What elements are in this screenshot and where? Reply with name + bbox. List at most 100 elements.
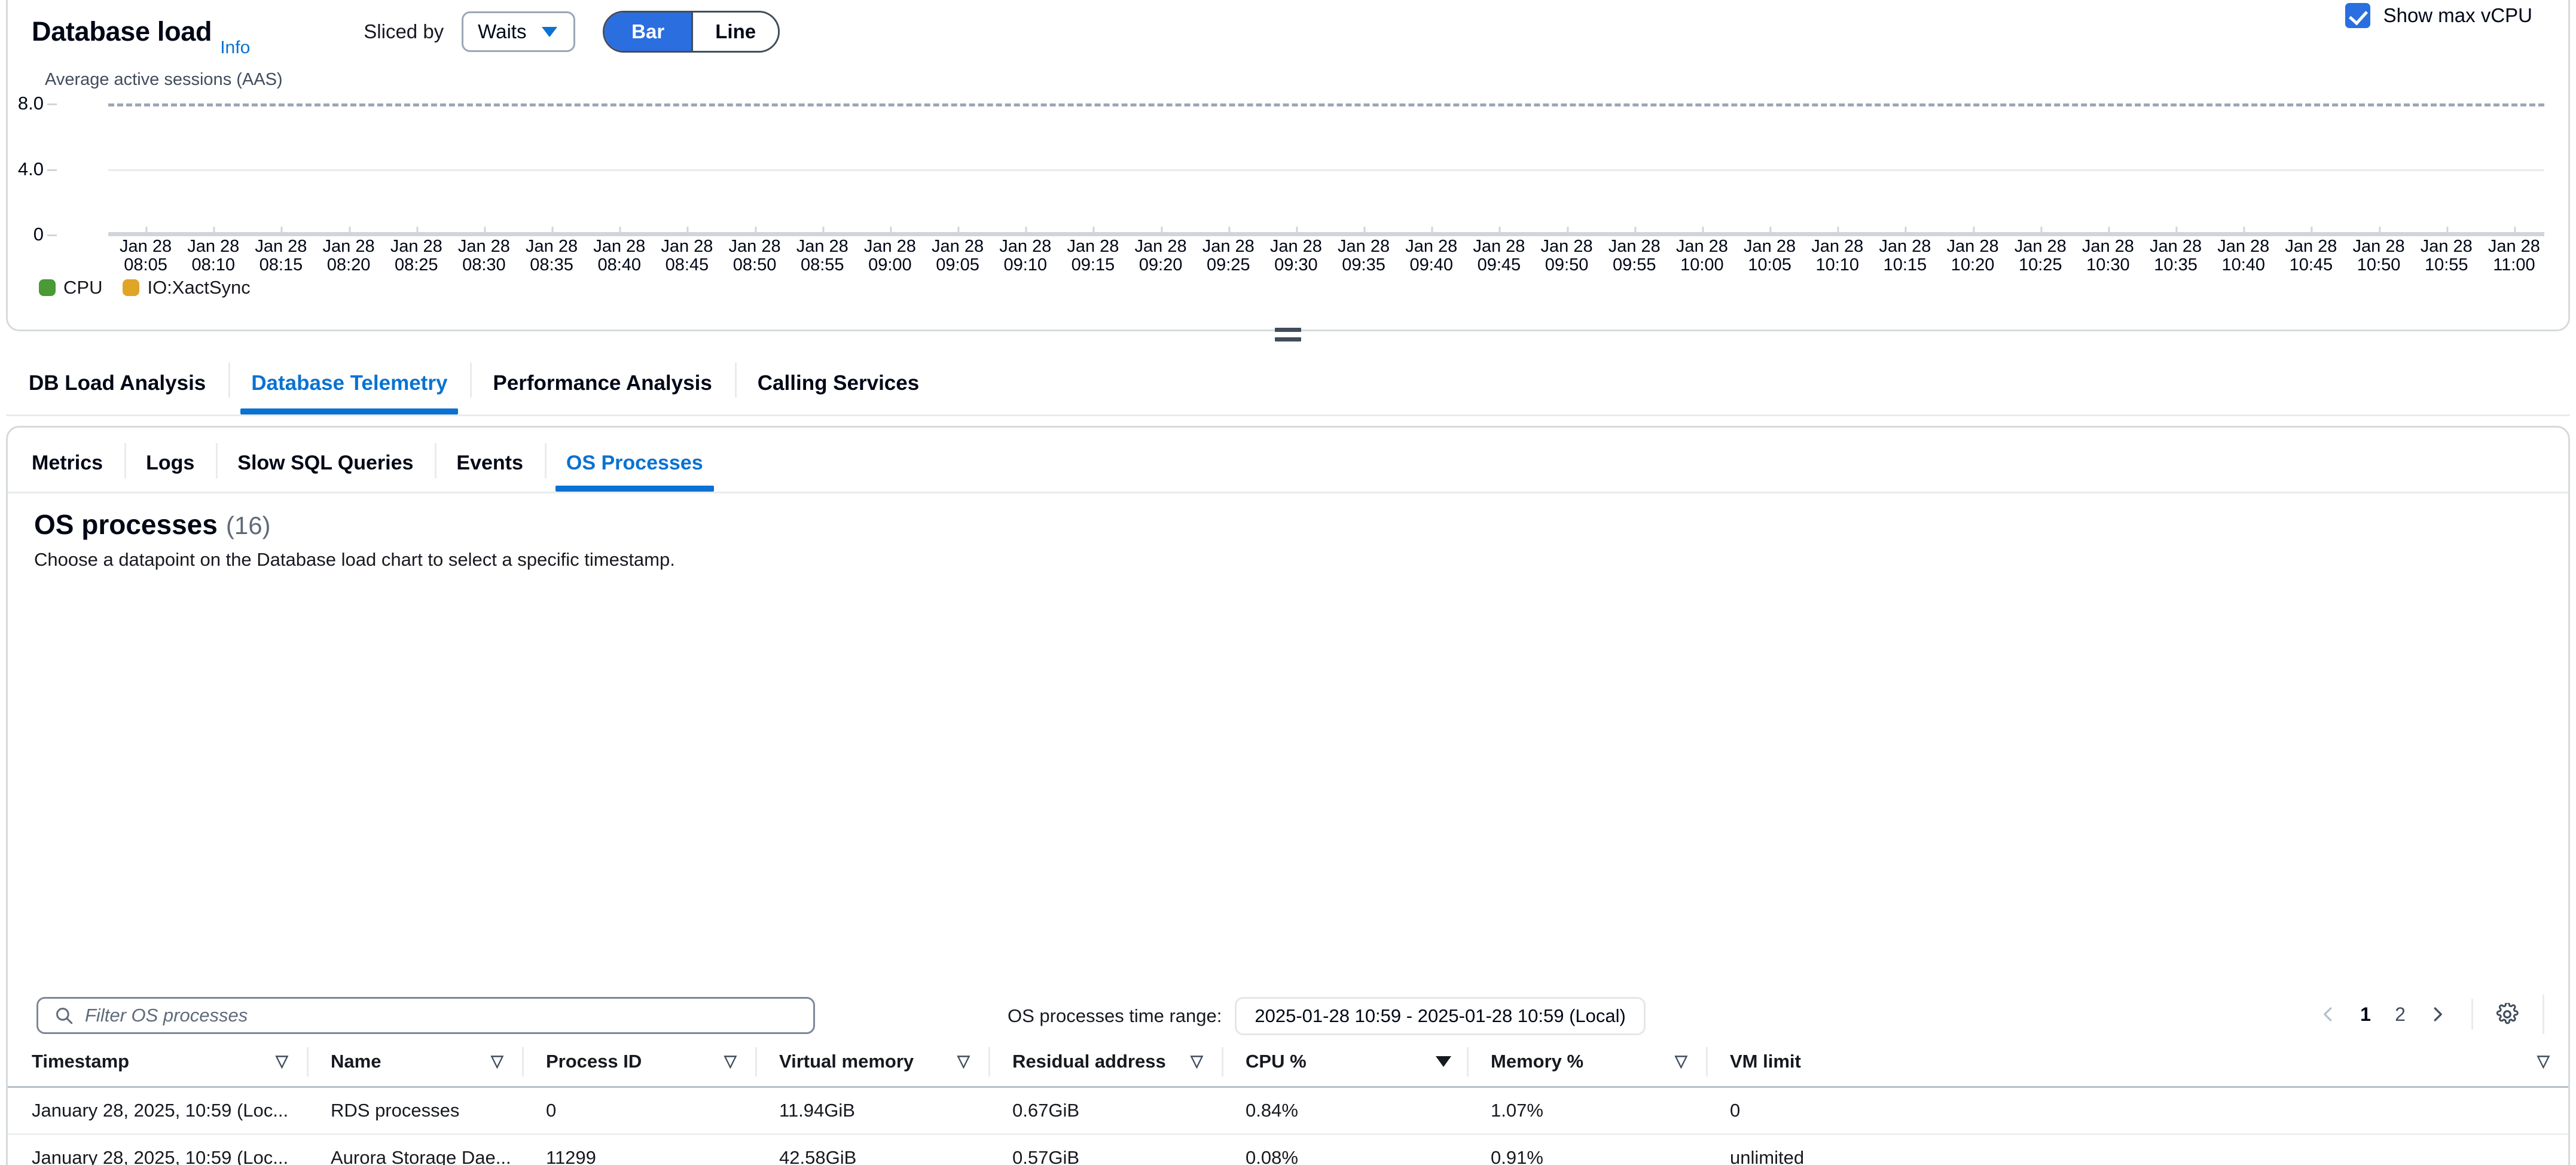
show-max-vcpu-checkbox[interactable]: Show max vCPU <box>2345 3 2532 28</box>
x-tick-7: Jan 2808:40 <box>593 237 645 275</box>
pagination-prev-button[interactable] <box>2309 995 2348 1034</box>
x-tick-mark-31 <box>2244 227 2245 235</box>
sort-icon[interactable] <box>1191 1057 1206 1067</box>
resize-bar-top <box>1275 328 1301 332</box>
primary-tab-bar[interactable]: DB Load AnalysisDatabase TelemetryPerfor… <box>6 352 2570 416</box>
chart-type-bar[interactable]: Bar <box>605 13 691 51</box>
x-tick-mark-27 <box>1973 227 1974 235</box>
x-tick-mark-28 <box>2040 227 2042 235</box>
x-tick-21: Jan 2809:50 <box>1541 237 1593 275</box>
show-max-vcpu-label: Show max vCPU <box>2383 4 2532 27</box>
x-tick-27: Jan 2810:20 <box>1947 237 1999 275</box>
x-tick-mark-35 <box>2514 227 2516 235</box>
pagination-next-button[interactable] <box>2418 995 2457 1034</box>
sliced-by-value: Waits <box>478 20 526 43</box>
resize-bar-bottom <box>1275 337 1301 341</box>
sub-tab-os-processes[interactable]: OS Processes <box>545 435 725 492</box>
panel-resize-handle[interactable] <box>1275 328 1301 341</box>
sub-tab-bar[interactable]: MetricsLogsSlow SQL QueriesEventsOS Proc… <box>8 435 2568 493</box>
sort-icon[interactable] <box>276 1057 291 1067</box>
section-title-text: OS processes <box>34 508 218 541</box>
y-axis-label: Average active sessions (AAS) <box>45 70 283 90</box>
x-tick-29: Jan 2810:30 <box>2082 237 2134 275</box>
info-link[interactable]: Info <box>220 38 250 62</box>
x-tick-8: Jan 2808:45 <box>661 237 713 275</box>
sort-icon[interactable] <box>724 1057 740 1067</box>
pagination-divider <box>2471 999 2473 1030</box>
sort-icon[interactable] <box>491 1057 506 1067</box>
x-tick-mark-13 <box>1025 227 1027 235</box>
legend-item-cpu[interactable]: CPU <box>39 277 102 298</box>
sort-active-icon[interactable] <box>1436 1056 1451 1067</box>
database-load-header: Database load Info Sliced by Waits Bar L… <box>8 2 2568 62</box>
x-tick-34: Jan 2810:55 <box>2421 237 2473 275</box>
column-header-label: Memory % <box>1491 1051 1583 1072</box>
table-row[interactable]: January 28, 2025, 10:59 (Loc...Aurora St… <box>8 1134 2568 1165</box>
x-tick-10: Jan 2808:55 <box>796 237 849 275</box>
primary-tab-calling-services[interactable]: Calling Services <box>735 352 942 414</box>
x-tick-33: Jan 2810:50 <box>2353 237 2405 275</box>
time-range-value[interactable]: 2025-01-28 10:59 - 2025-01-28 10:59 (Loc… <box>1235 997 1645 1035</box>
table-preferences-button[interactable] <box>2488 995 2527 1034</box>
table-row[interactable]: January 28, 2025, 10:59 (Loc...RDS proce… <box>8 1087 2568 1134</box>
column-header-label: VM limit <box>1730 1051 1801 1072</box>
y-tick-0: 0 <box>33 224 44 245</box>
legend-label-io-xactsync: IO:XactSync <box>147 277 250 298</box>
column-header-label: Timestamp <box>32 1051 129 1072</box>
primary-tab-db-load-analysis[interactable]: DB Load Analysis <box>6 352 228 414</box>
sub-tab-slow-sql-queries[interactable]: Slow SQL Queries <box>216 435 435 492</box>
x-tick-mark-34 <box>2446 227 2448 235</box>
x-tick-mark-14 <box>1093 227 1095 235</box>
x-tick-mark-10 <box>822 227 824 235</box>
cell-limit: unlimited <box>1706 1134 2568 1165</box>
os-processes-table: Timestamp Name Process IDVirtual memoryRes… <box>8 1038 2568 1165</box>
column-header-timestamp[interactable]: Timestamp <box>8 1038 307 1087</box>
x-tick-13: Jan 2809:10 <box>999 237 1051 275</box>
x-tick-mark-33 <box>2379 227 2380 235</box>
x-tick-9: Jan 2808:50 <box>729 237 781 275</box>
sub-tab-metrics[interactable]: Metrics <box>8 435 124 492</box>
pagination-page-2[interactable]: 2 <box>2383 995 2418 1034</box>
legend-swatch-io-xactsync <box>123 279 139 296</box>
sub-tab-logs[interactable]: Logs <box>124 435 216 492</box>
x-tick-35: Jan 2811:00 <box>2488 237 2540 275</box>
sliced-by-select[interactable]: Waits <box>462 11 575 52</box>
primary-tab-database-telemetry[interactable]: Database Telemetry <box>228 352 470 414</box>
search-icon <box>54 1005 74 1026</box>
x-tick-mark-6 <box>552 227 554 235</box>
chart-type-line[interactable]: Line <box>691 13 778 51</box>
legend-item-io-xactsync[interactable]: IO:XactSync <box>123 277 250 298</box>
x-tick-mark-30 <box>2176 227 2178 235</box>
sort-icon[interactable] <box>957 1057 973 1067</box>
column-header-residual-address[interactable]: Residual address <box>988 1038 1222 1087</box>
x-tick-31: Jan 2810:40 <box>2217 237 2269 275</box>
column-header-vm-limit[interactable]: VM limit <box>1706 1038 2568 1087</box>
column-header-memory[interactable]: Memory % <box>1467 1038 1706 1087</box>
section-description: Choose a datapoint on the Database load … <box>34 549 675 571</box>
sort-icon[interactable] <box>2537 1057 2553 1067</box>
chevron-right-icon <box>2428 1005 2446 1023</box>
column-header-label: Name <box>331 1051 381 1072</box>
column-header-virtual-memory[interactable]: Virtual memory <box>755 1038 988 1087</box>
pagination[interactable]: 1 2 <box>2309 995 2544 1034</box>
section-header: OS processes (16) Choose a datapoint on … <box>34 508 675 571</box>
database-load-chart[interactable]: 8.0 4.0 0 <box>108 103 2544 236</box>
sort-icon[interactable] <box>1675 1057 1690 1067</box>
cell-pid: 11299 <box>522 1134 755 1165</box>
column-header-process-id[interactable]: Process ID <box>522 1038 755 1087</box>
chart-type-toggle[interactable]: Bar Line <box>603 11 780 53</box>
pagination-page-1[interactable]: 1 <box>2348 995 2383 1034</box>
x-tick-mark-12 <box>958 227 960 235</box>
filter-os-processes-input[interactable]: Filter OS processes <box>36 997 815 1034</box>
cell-vmem: 42.58GiB <box>755 1134 988 1165</box>
primary-tab-performance-analysis[interactable]: Performance Analysis <box>470 352 734 414</box>
x-tick-5: Jan 2808:30 <box>458 237 510 275</box>
x-tick-17: Jan 2809:30 <box>1270 237 1322 275</box>
os-processes-card: MetricsLogsSlow SQL QueriesEventsOS Proc… <box>6 426 2570 1165</box>
x-tick-mark-2 <box>281 227 283 235</box>
column-header-name[interactable]: Name <box>307 1038 522 1087</box>
sub-tab-events[interactable]: Events <box>435 435 545 492</box>
column-header-cpu[interactable]: CPU % <box>1222 1038 1467 1087</box>
x-tick-mark-26 <box>1905 227 1907 235</box>
x-tick-mark-25 <box>1838 227 1839 235</box>
